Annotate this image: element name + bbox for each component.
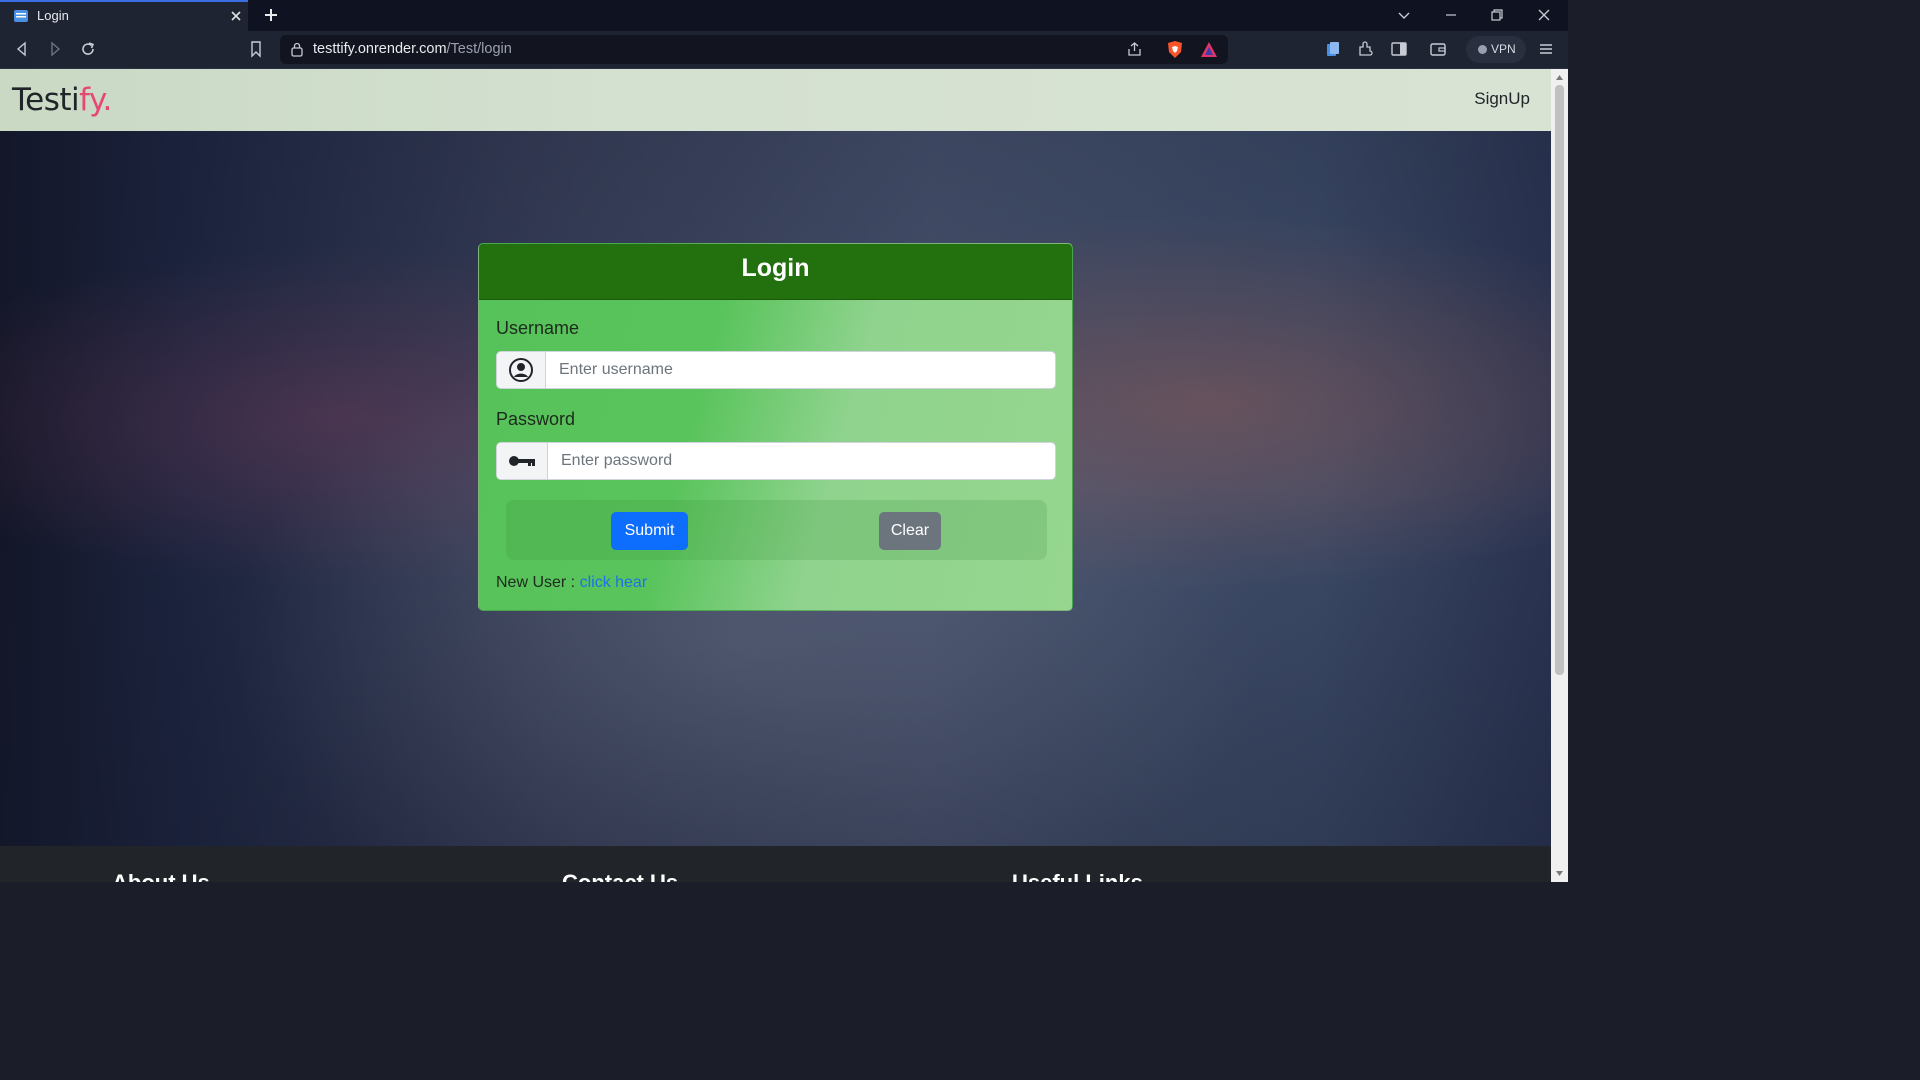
lock-icon	[291, 42, 303, 57]
site-navbar: Testify. SignUp	[0, 69, 1551, 132]
clear-button[interactable]: Clear	[879, 512, 941, 550]
brand-accent-text: fy.	[79, 82, 112, 118]
url-path: /Test/login	[446, 41, 512, 57]
wallet-icon[interactable]	[1429, 40, 1447, 58]
login-card-header: Login	[479, 244, 1072, 300]
username-input-group	[496, 351, 1056, 389]
tab-title: Login	[37, 8, 69, 23]
share-icon[interactable]	[1126, 41, 1143, 58]
bookmark-icon[interactable]	[247, 40, 265, 58]
close-window-icon[interactable]	[1536, 7, 1552, 23]
extensions-icon[interactable]	[1357, 40, 1375, 58]
vpn-status-icon	[1478, 45, 1487, 54]
footer-heading-contact: Contact Us	[562, 870, 678, 882]
password-label: Password	[496, 409, 576, 429]
key-icon	[509, 456, 535, 466]
brave-rewards-icon[interactable]	[1200, 41, 1218, 58]
username-addon	[497, 352, 546, 388]
password-addon	[497, 443, 548, 479]
reload-icon[interactable]	[79, 40, 97, 58]
forward-icon[interactable]	[46, 40, 64, 58]
back-icon[interactable]	[13, 40, 31, 58]
browser-tab-login[interactable]: Login	[0, 0, 248, 31]
button-row: Submit Clear	[506, 500, 1047, 560]
url-host: testtify.onrender.com	[313, 41, 447, 57]
signup-link[interactable]: SignUp	[1474, 89, 1530, 109]
tab-search-chevron-icon[interactable]	[1396, 7, 1412, 23]
submit-button[interactable]: Submit	[611, 512, 688, 550]
footer-heading-about: About Us	[112, 870, 210, 882]
brave-shields-icon[interactable]	[1166, 40, 1184, 59]
site-footer: About Us Contact Us Useful Links	[0, 846, 1551, 882]
close-tab-icon[interactable]	[229, 9, 243, 23]
new-tab-icon[interactable]	[263, 7, 279, 23]
new-user-row: New User : click hear	[496, 574, 647, 592]
register-link[interactable]: click hear	[580, 574, 648, 591]
sidebar-icon[interactable]	[1390, 40, 1408, 58]
page-viewport: Testify. SignUp Login Username Password	[0, 69, 1551, 882]
browser-toolbar: testtify.onrender.com/Test/login VPN	[0, 31, 1568, 69]
browser-tab-bar: Login	[0, 0, 1568, 31]
brand-logo[interactable]: Testify.	[12, 82, 112, 118]
page-favicon-icon	[14, 10, 28, 22]
brand-main-text: Testi	[12, 82, 80, 118]
url-text: testtify.onrender.com/Test/login	[313, 41, 512, 57]
menu-icon[interactable]	[1537, 40, 1555, 58]
restore-icon[interactable]	[1489, 7, 1505, 23]
username-label: Username	[496, 318, 580, 338]
password-input[interactable]	[548, 443, 1055, 479]
hero-background: Login Username Password	[0, 131, 1551, 846]
user-circle-icon	[509, 358, 533, 382]
password-input-group	[496, 442, 1056, 480]
scrollbar-thumb[interactable]	[1555, 85, 1564, 675]
scroll-up-arrow-icon[interactable]	[1555, 73, 1564, 82]
scroll-down-arrow-icon[interactable]	[1555, 869, 1564, 878]
vpn-label: VPN	[1491, 42, 1516, 56]
minimize-icon[interactable]	[1443, 7, 1459, 23]
page-scrollbar[interactable]	[1551, 69, 1568, 882]
login-title: Login	[741, 254, 810, 282]
username-input[interactable]	[546, 352, 1055, 388]
address-bar[interactable]: testtify.onrender.com/Test/login	[280, 35, 1228, 64]
bookmarks-panel-icon[interactable]	[1324, 40, 1342, 58]
footer-heading-links: Useful Links	[1012, 870, 1143, 882]
vpn-button[interactable]: VPN	[1466, 36, 1526, 63]
new-user-text: New User :	[496, 574, 580, 591]
login-card: Login Username Password	[478, 243, 1073, 611]
